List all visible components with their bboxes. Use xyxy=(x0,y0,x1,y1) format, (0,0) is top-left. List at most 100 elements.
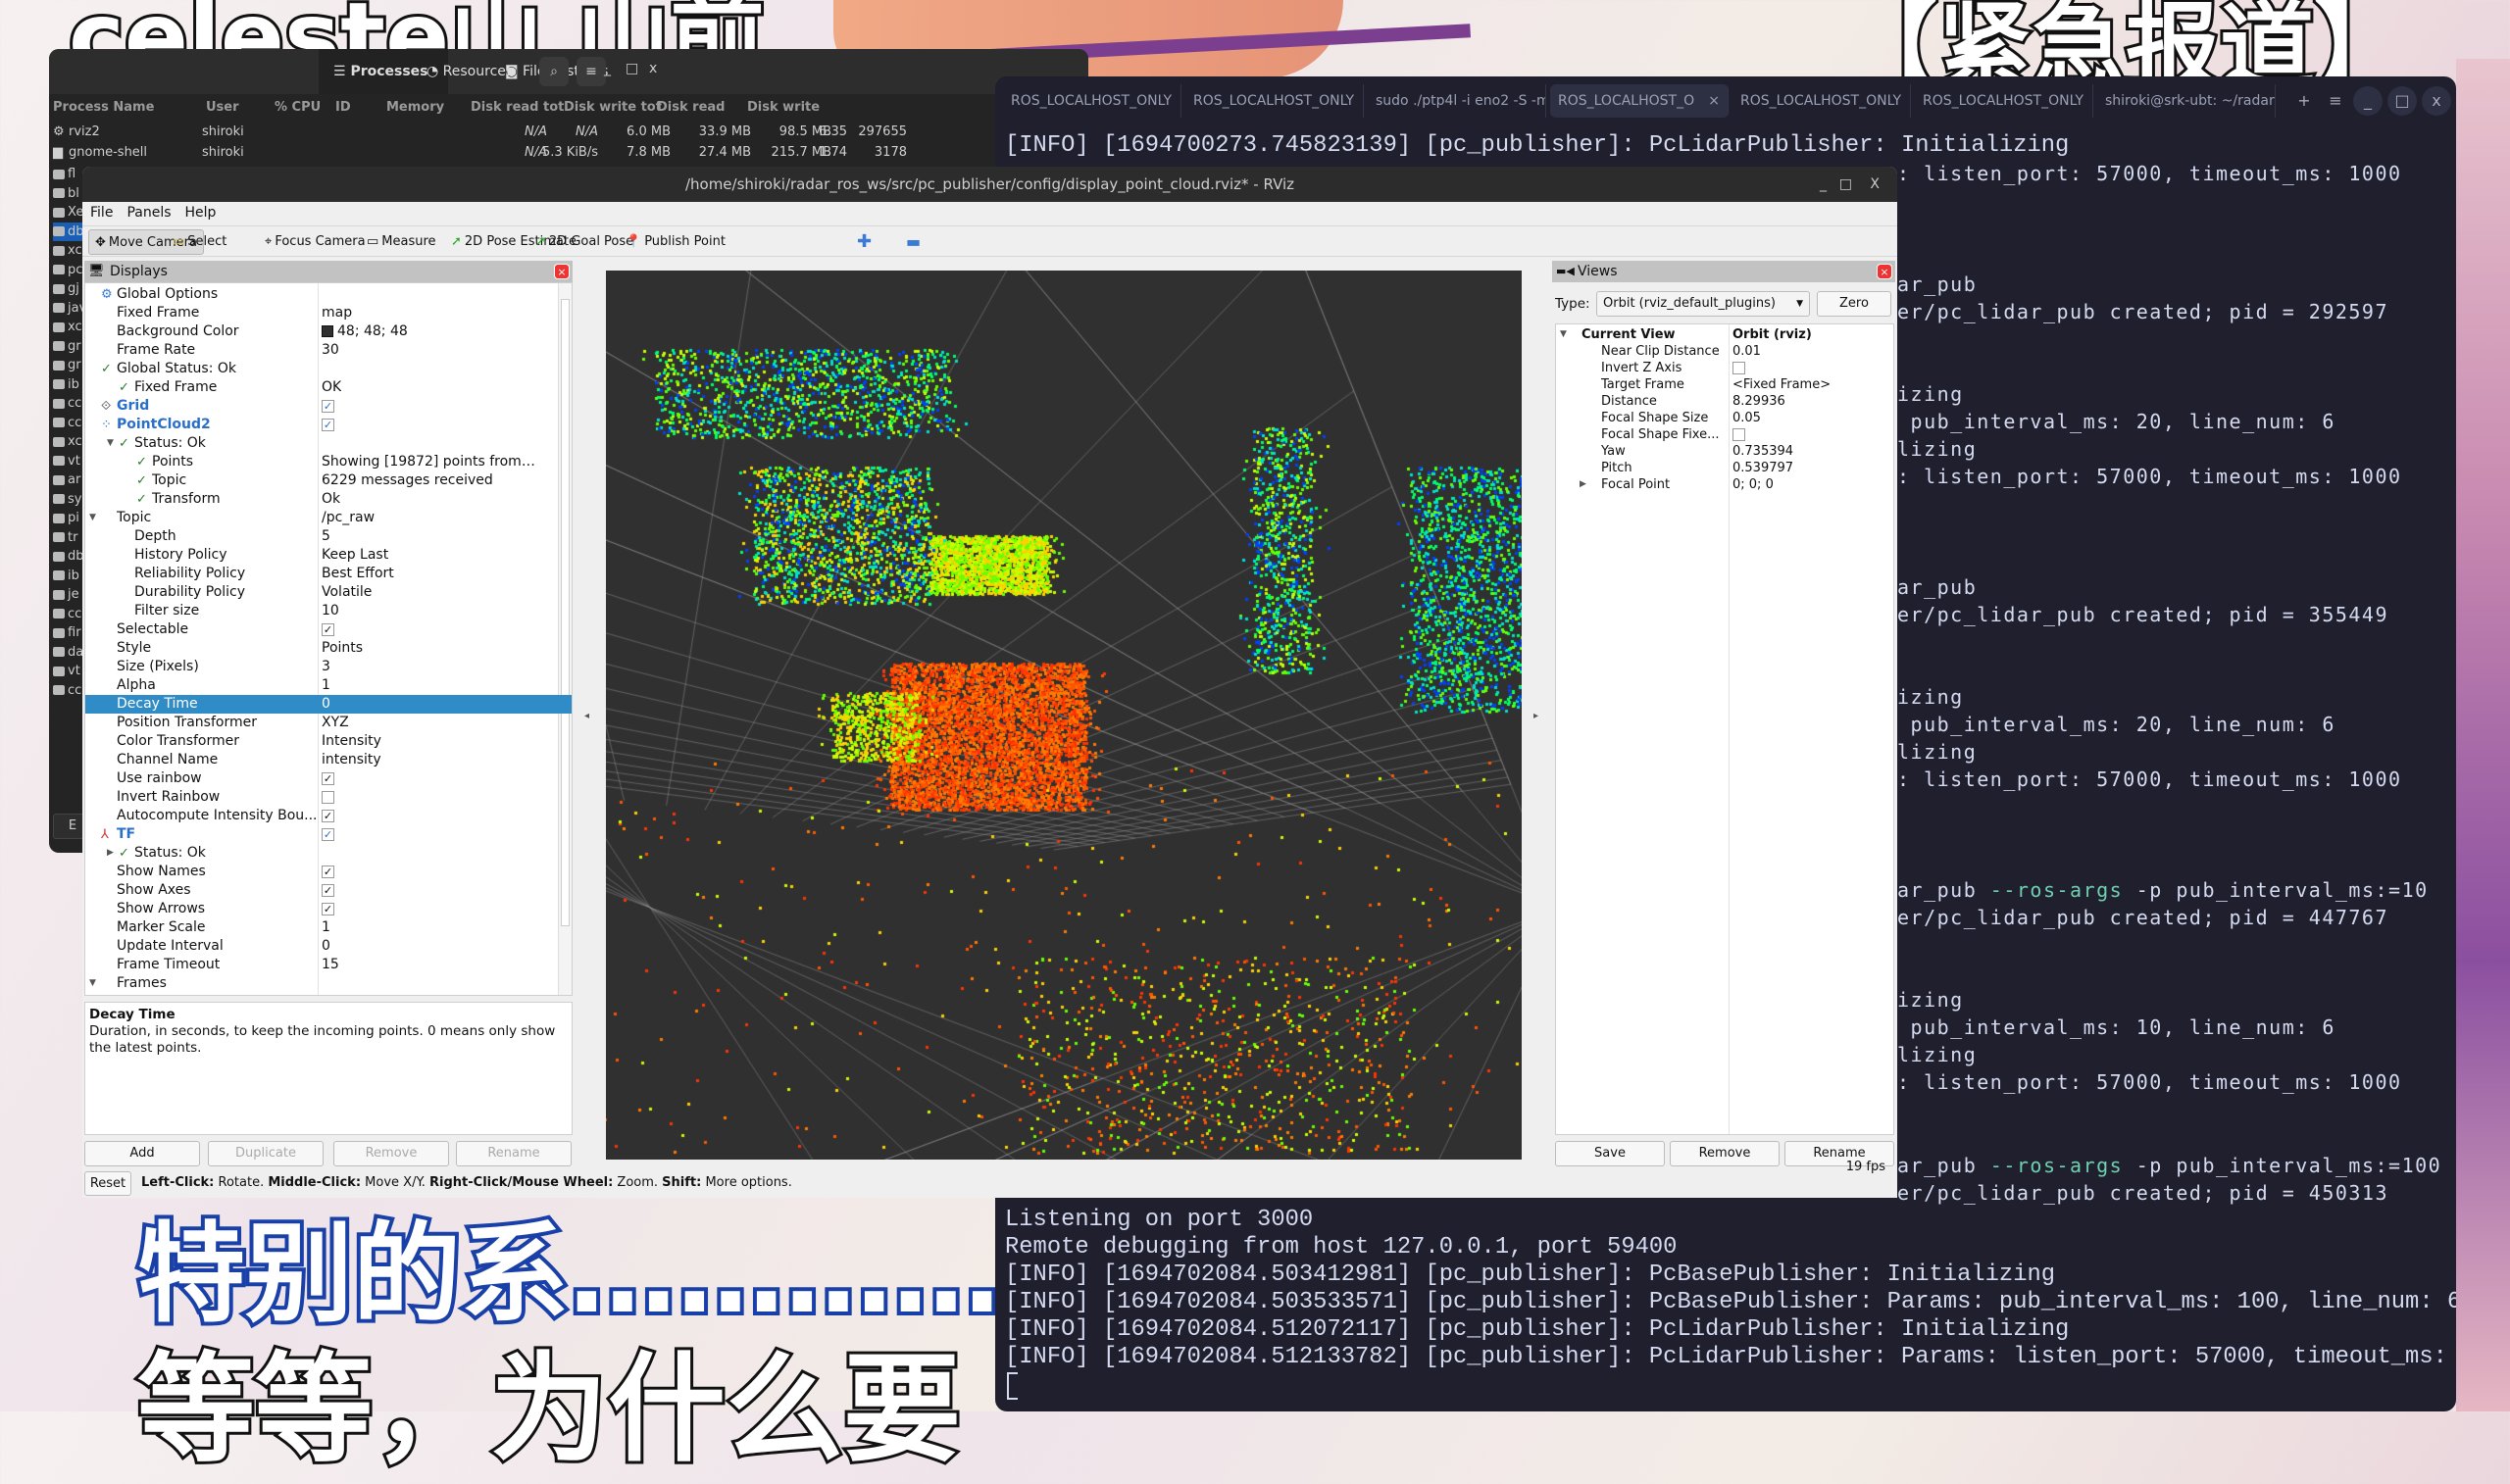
add-display-button[interactable]: Add xyxy=(84,1141,200,1166)
minimize-button[interactable]: _ xyxy=(2353,86,2383,116)
property-value[interactable]: Keep Last xyxy=(322,546,388,565)
property-value[interactable]: 0.735394 xyxy=(1732,443,1793,460)
property-row[interactable]: ⅄ TF ✓ xyxy=(85,825,572,844)
property-row[interactable]: Size (Pixels) 3 xyxy=(85,658,572,676)
property-value[interactable]: Ok xyxy=(322,490,340,509)
property-row[interactable]: Pitch 0.539797 xyxy=(1556,460,1893,476)
property-row[interactable]: Frame Timeout 15 xyxy=(85,956,572,974)
property-value[interactable]: 15 xyxy=(322,956,339,974)
remove-display-button[interactable]: Remove xyxy=(333,1141,449,1166)
terminal-tab[interactable]: shiroki@srk-ubt: ~/radar xyxy=(2097,84,2276,118)
menu-button[interactable]: ≡ xyxy=(2321,86,2350,116)
save-view-button[interactable]: Save xyxy=(1555,1141,1665,1166)
remove-view-button[interactable]: Remove xyxy=(1670,1141,1780,1166)
property-row[interactable]: Target Frame <Fixed Frame> xyxy=(1556,376,1893,393)
property-row[interactable]: Depth 5 xyxy=(85,527,572,546)
property-row[interactable]: Focal Shape Size 0.05 xyxy=(1556,410,1893,426)
column-header[interactable]: ID xyxy=(335,96,351,120)
checkbox[interactable]: ✓ xyxy=(322,622,334,636)
process-row[interactable]: rviz2 shiroki 6.35 297655 98.5 MB 33.9 MB 6.0 … xyxy=(49,122,1088,142)
column-header[interactable]: Disk read tot xyxy=(471,96,564,120)
terminal-tab[interactable]: ROS_LOCALHOST_ONLY xyxy=(1185,84,1364,118)
property-value[interactable]: 0 xyxy=(322,937,330,956)
property-row[interactable]: Distance 8.29936 xyxy=(1556,393,1893,410)
property-row[interactable]: Show Axes ✓ xyxy=(85,881,572,900)
tool-select[interactable]: ▭ Select xyxy=(167,229,232,255)
property-value[interactable]: intensity xyxy=(322,751,381,769)
property-value[interactable]: 0.539797 xyxy=(1732,460,1793,476)
tool-measure[interactable]: ▭ Measure xyxy=(361,229,442,255)
property-value[interactable]: 1 xyxy=(322,918,330,937)
property-value[interactable]: 6229 messages received xyxy=(322,471,493,490)
tab-resources[interactable]: ◔ Resources xyxy=(427,49,513,94)
checkbox[interactable]: ✓ xyxy=(322,809,334,822)
add-tool-button[interactable]: ✚ xyxy=(851,229,878,255)
close-button[interactable]: x xyxy=(2422,86,2451,116)
property-row[interactable]: Alpha 1 xyxy=(85,676,572,695)
property-value[interactable]: OK xyxy=(322,378,341,397)
column-header[interactable]: Disk write tot xyxy=(564,96,662,120)
property-row[interactable]: Use rainbow ✓ xyxy=(85,769,572,788)
reset-button[interactable]: Reset xyxy=(84,1171,131,1196)
property-row[interactable]: ⁘ PointCloud2 ✓ xyxy=(85,416,572,434)
view-type-select[interactable]: Orbit (rviz_default_plugins) ▼ xyxy=(1596,291,1810,317)
checkbox[interactable]: ✓ xyxy=(322,902,334,915)
menu-help[interactable]: Help xyxy=(185,205,217,221)
property-row[interactable]: ✓ Topic 6229 messages received xyxy=(85,471,572,490)
column-header[interactable]: % CPU xyxy=(275,96,321,120)
property-row[interactable]: ⚙ Global Options xyxy=(85,285,572,304)
collapse-left-arrow[interactable]: ◂ xyxy=(584,711,589,721)
property-row[interactable]: Near Clip Distance 0.01 xyxy=(1556,343,1893,360)
tool-focus-camera[interactable]: ⌖ Focus Camera xyxy=(259,229,372,255)
3d-viewport[interactable] xyxy=(606,271,1522,1160)
column-header[interactable]: User xyxy=(206,96,239,120)
property-row[interactable]: ▶ Focal Point 0; 0; 0 xyxy=(1556,476,1893,493)
property-row[interactable]: Frame Rate 30 xyxy=(85,341,572,360)
property-row[interactable]: History Policy Keep Last xyxy=(85,546,572,565)
property-row[interactable]: ▼ Frames xyxy=(85,974,572,993)
property-value[interactable]: <Fixed Frame> xyxy=(1732,376,1831,393)
column-header[interactable]: Memory xyxy=(386,96,444,120)
maximize-button[interactable]: □ xyxy=(1839,167,1852,202)
point-cloud-render[interactable] xyxy=(606,271,1522,1160)
property-value[interactable]: 3 xyxy=(322,658,330,676)
property-value[interactable]: 0.05 xyxy=(1732,410,1761,426)
expand-down-icon[interactable]: ▼ xyxy=(1560,326,1567,343)
duplicate-display-button[interactable]: Duplicate xyxy=(208,1141,324,1166)
maximize-button[interactable]: □ xyxy=(2387,86,2417,116)
property-row[interactable]: ▼ ✓ Status: Ok xyxy=(85,434,572,453)
column-header[interactable]: Process Name xyxy=(53,96,154,120)
checkbox[interactable]: ✓ xyxy=(322,827,334,841)
property-row[interactable]: Invert Z Axis xyxy=(1556,360,1893,376)
new-tab-button[interactable]: + xyxy=(2289,86,2319,116)
property-value[interactable]: Volatile xyxy=(322,583,372,602)
property-row[interactable]: Yaw 0.735394 xyxy=(1556,443,1893,460)
color-swatch[interactable] xyxy=(322,325,333,337)
property-value[interactable]: 8.29936 xyxy=(1732,393,1785,410)
property-value[interactable]: Intensity xyxy=(322,732,381,751)
property-row[interactable]: Filter size 10 xyxy=(85,602,572,620)
tool-publish-point[interactable]: 📍 Publish Point xyxy=(620,229,731,255)
close-button[interactable]: x xyxy=(649,61,657,76)
checkbox[interactable]: ✓ xyxy=(322,883,334,897)
process-row[interactable]: gnome-shell shiroki 1.74 3178 215.7 MB 27.4 M… xyxy=(49,142,1088,163)
property-row[interactable]: ▶ ✓ Status: Ok xyxy=(85,844,572,863)
property-row[interactable]: Invert Rainbow xyxy=(85,788,572,807)
property-row[interactable]: Fixed Frame map xyxy=(85,304,572,322)
property-row[interactable]: ✓ Fixed Frame OK xyxy=(85,378,572,397)
property-row[interactable]: Selectable ✓ xyxy=(85,620,572,639)
column-header[interactable]: Disk read xyxy=(657,96,725,120)
property-row[interactable]: Color Transformer Intensity xyxy=(85,732,572,751)
property-value[interactable]: /pc_raw xyxy=(322,509,375,527)
maximize-button[interactable]: □ xyxy=(626,61,638,76)
checkbox[interactable]: ✓ xyxy=(322,865,334,878)
column-header[interactable]: Disk write xyxy=(747,96,820,120)
property-value[interactable]: 5 xyxy=(322,527,330,546)
checkbox[interactable] xyxy=(1732,428,1745,441)
property-row[interactable]: Show Arrows ✓ xyxy=(85,900,572,918)
property-row[interactable]: Show Names ✓ xyxy=(85,863,572,881)
property-value[interactable]: Showing [19872] points from [1] ... xyxy=(322,453,537,471)
expand-right-icon[interactable]: ▶ xyxy=(107,844,114,863)
expand-down-icon[interactable]: ▼ xyxy=(107,434,114,453)
property-row[interactable]: ✓ Global Status: Ok xyxy=(85,360,572,378)
